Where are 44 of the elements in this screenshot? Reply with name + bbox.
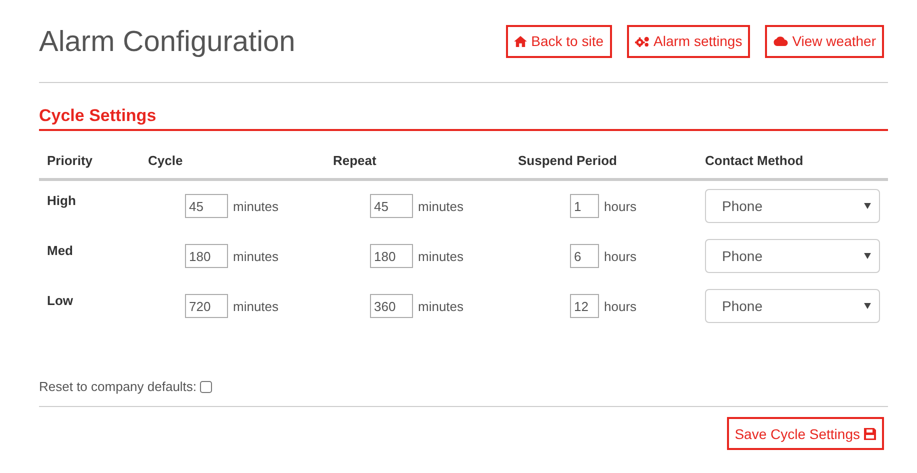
suspend-input[interactable]: 12	[570, 294, 599, 318]
reset-checkbox[interactable]	[200, 380, 212, 392]
column-header: Suspend Period	[510, 139, 697, 181]
unit-label: minutes	[233, 298, 279, 314]
caret-icon	[864, 253, 871, 259]
contact-dropdown[interactable]: Phone	[705, 189, 880, 223]
nav-button[interactable]: Back to site	[506, 24, 612, 58]
column-header: Priority	[39, 139, 140, 181]
gears-icon	[634, 36, 650, 46]
nav-button[interactable]: View weather	[765, 24, 884, 58]
save-icon	[864, 428, 876, 440]
repeat-input[interactable]: 45	[370, 194, 413, 218]
unit-label: hours	[604, 198, 637, 214]
unit-label: hours	[604, 298, 637, 314]
section-title: Cycle Settings	[39, 106, 888, 131]
suspend-input[interactable]: 6	[570, 244, 599, 268]
priority-label: Med	[47, 243, 73, 258]
unit-label: hours	[604, 248, 637, 264]
contact-dropdown[interactable]: Phone	[705, 239, 880, 273]
home-icon	[514, 36, 528, 46]
unit-label: minutes	[418, 298, 464, 314]
priority-label: Low	[47, 293, 73, 308]
cycle-input[interactable]: 45	[185, 194, 228, 218]
repeat-input[interactable]: 180	[370, 244, 413, 268]
column-header: Cycle	[140, 139, 325, 181]
contact-dropdown[interactable]: Phone	[705, 289, 880, 323]
cloud-icon	[773, 36, 788, 46]
priority-label: High	[47, 193, 76, 208]
nav-button[interactable]: Alarm settings	[626, 24, 750, 58]
column-header: Repeat	[325, 139, 510, 181]
unit-label: minutes	[418, 248, 464, 264]
repeat-input[interactable]: 360	[370, 294, 413, 318]
cycle-input[interactable]: 720	[185, 294, 228, 318]
column-header: Contact Method	[697, 139, 888, 181]
cycle-input[interactable]: 180	[185, 244, 228, 268]
caret-icon	[864, 203, 871, 209]
caret-icon	[864, 303, 871, 309]
unit-label: minutes	[233, 248, 279, 264]
page-title: Alarm Configuration	[39, 26, 296, 58]
unit-label: minutes	[233, 198, 279, 214]
reset-label: Reset to company defaults:	[39, 379, 197, 394]
save-button[interactable]: Save Cycle Settings	[726, 417, 884, 450]
unit-label: minutes	[418, 198, 464, 214]
suspend-input[interactable]: 1	[570, 194, 599, 218]
